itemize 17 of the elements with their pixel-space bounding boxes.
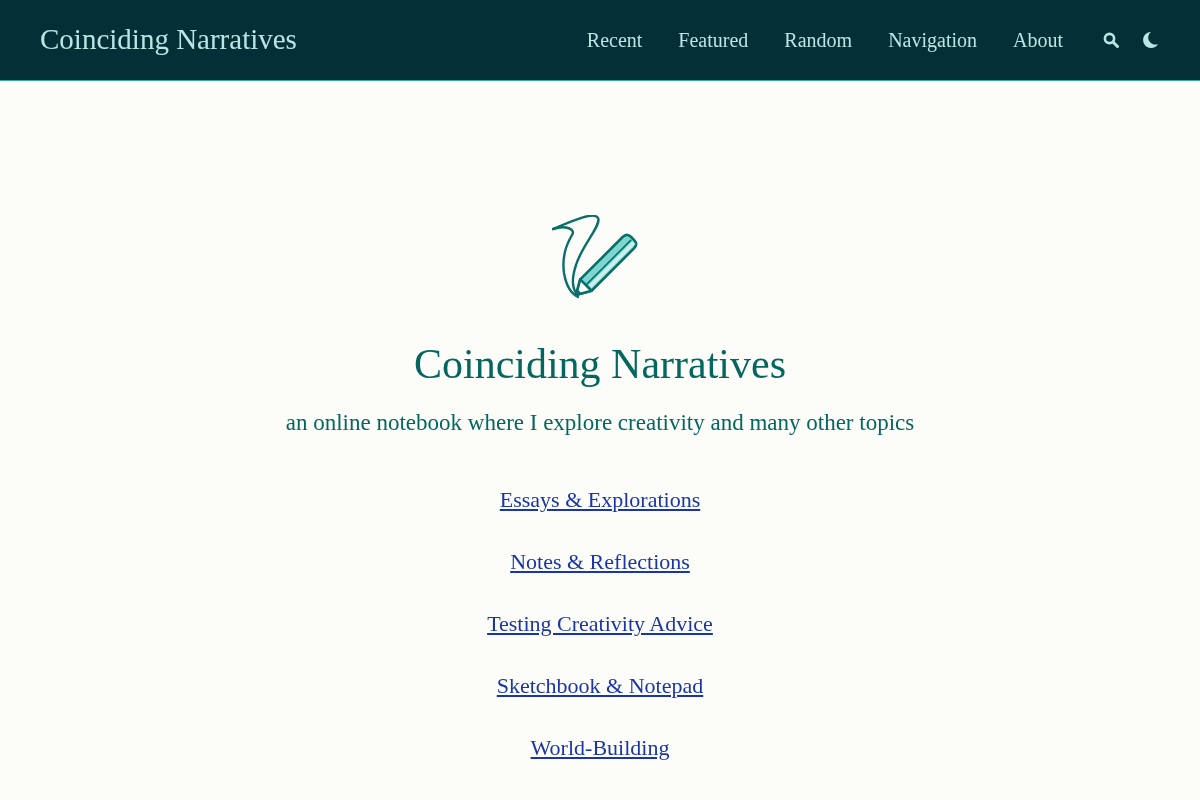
site-tagline: an online notebook where I explore creativity and many other topics <box>285 409 915 437</box>
section-link[interactable]: Essays & Explorations <box>499 485 701 515</box>
nav-link[interactable]: Random <box>784 25 853 55</box>
section-link[interactable]: Notes & Reflections <box>510 547 690 577</box>
nav-link[interactable]: Navigation <box>888 25 977 55</box>
site-title-link[interactable]: Coinciding Narratives <box>40 18 297 62</box>
nav-link[interactable]: About <box>1013 25 1063 55</box>
nav-link[interactable]: Featured <box>678 25 749 55</box>
nav-link[interactable]: Recent <box>586 25 643 55</box>
moon-icon <box>1141 31 1159 49</box>
section-link[interactable]: World-Building <box>530 733 670 763</box>
search-icon <box>1103 32 1119 48</box>
search-button[interactable] <box>1101 30 1121 50</box>
section-link[interactable]: Testing Creativity Advice <box>487 609 713 639</box>
section-link[interactable]: Sketchbook & Notepad <box>496 671 704 701</box>
page-heading: Coinciding Narratives <box>413 340 787 389</box>
dark-mode-toggle[interactable] <box>1140 30 1160 50</box>
